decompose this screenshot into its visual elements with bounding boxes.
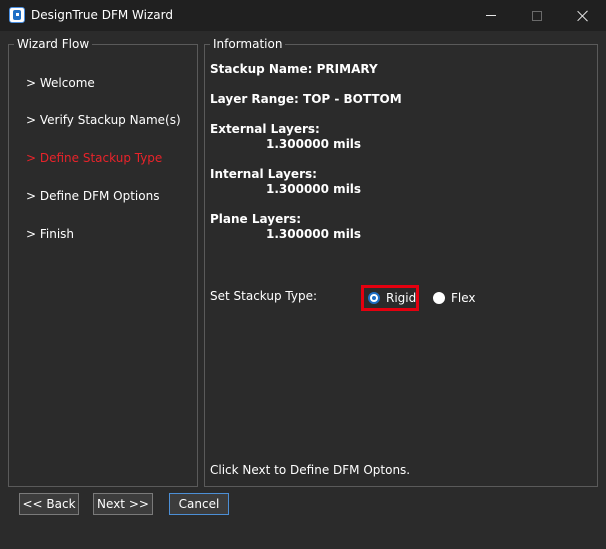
rigid-radio[interactable]: Rigid <box>368 291 416 305</box>
back-button[interactable]: << Back <box>19 493 79 515</box>
next-button[interactable]: Next >> <box>93 493 153 515</box>
app-logo-icon <box>9 7 25 23</box>
close-button[interactable] <box>560 0 606 31</box>
stackup-name-text: Stackup Name: PRIMARY <box>210 62 378 76</box>
plane-layers-value: 1.300000 mils <box>266 227 362 241</box>
wizard-flow-legend: Wizard Flow <box>17 37 90 51</box>
maximize-icon <box>532 10 542 21</box>
flow-item-define-dfm-options: > Define DFM Options <box>26 189 160 203</box>
radio-unselected-icon <box>433 292 445 304</box>
information-legend: Information <box>213 37 283 51</box>
next-step-hint: Click Next to Define DFM Optons. <box>210 463 411 477</box>
cancel-button[interactable]: Cancel <box>169 493 229 515</box>
plane-layers-label: Plane Layers: <box>210 212 302 226</box>
flow-item-finish: > Finish <box>26 227 75 241</box>
external-layers-value: 1.300000 mils <box>266 137 362 151</box>
close-icon <box>577 10 589 22</box>
flow-item-welcome: > Welcome <box>26 76 95 90</box>
minimize-button[interactable] <box>468 0 514 31</box>
internal-layers-label: Internal Layers: <box>210 167 317 181</box>
flow-item-define-stackup-type: > Define Stackup Type <box>26 151 163 165</box>
radio-selected-icon <box>368 292 380 304</box>
flow-item-verify-stackup: > Verify Stackup Name(s) <box>26 113 181 127</box>
external-layers-label: External Layers: <box>210 122 320 136</box>
stackup-type-label: Set Stackup Type: <box>210 289 318 303</box>
flex-radio-label: Flex <box>451 291 476 305</box>
minimize-icon <box>486 15 496 16</box>
window-title: DesignTrue DFM Wizard <box>31 8 173 22</box>
title-bar: DesignTrue DFM Wizard <box>0 0 606 31</box>
maximize-button[interactable] <box>514 0 560 31</box>
wizard-client-area: Wizard Flow > Welcome > Verify Stackup N… <box>0 31 606 549</box>
internal-layers-value: 1.300000 mils <box>266 182 362 196</box>
rigid-radio-label: Rigid <box>386 291 417 305</box>
layer-range-text: Layer Range: TOP - BOTTOM <box>210 92 402 106</box>
wizard-flow-panel: Wizard Flow > Welcome > Verify Stackup N… <box>8 37 198 487</box>
flex-radio[interactable]: Flex <box>433 291 476 305</box>
